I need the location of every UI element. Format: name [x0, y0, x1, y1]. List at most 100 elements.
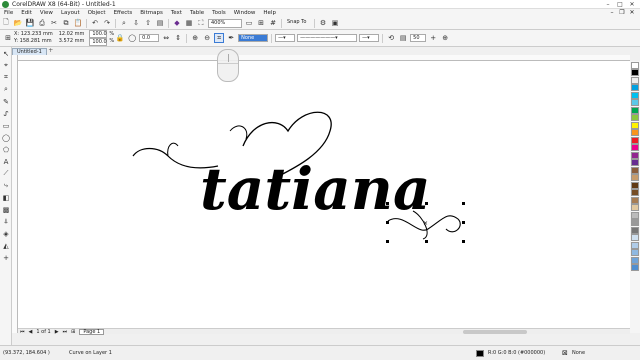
cut-icon[interactable]: ✂ [49, 18, 59, 28]
palette-swatch[interactable] [631, 204, 639, 211]
palette-swatch[interactable] [631, 76, 639, 84]
menu-object[interactable]: Object [84, 10, 110, 16]
palette-swatch[interactable] [631, 159, 639, 166]
palette-swatch[interactable] [631, 69, 639, 76]
menu-file[interactable]: File [0, 10, 17, 16]
import-icon[interactable]: ⇩ [131, 18, 141, 28]
y-position[interactable]: Y: 158.281 mm [14, 38, 53, 45]
outline-width-dropdown[interactable]: None [238, 34, 269, 42]
palette-swatch[interactable] [631, 136, 639, 144]
drawing-canvas[interactable]: tatiana × [18, 61, 630, 328]
doc-restore-icon[interactable]: ❐ [617, 9, 627, 16]
fill-swatch-icon[interactable] [476, 349, 484, 357]
paste-icon[interactable]: 📋 [73, 18, 83, 28]
connector-tool-icon[interactable]: ⤷ [1, 180, 11, 191]
interactive-fill-icon[interactable]: ◈ [1, 228, 11, 239]
smart-fill-icon[interactable]: ◭ [1, 240, 11, 251]
lock-ratio-icon[interactable]: 🔒 [115, 33, 125, 43]
snap-to-dropdown[interactable]: Snap To [285, 19, 311, 28]
shape-tool-icon[interactable]: ⌖ [1, 60, 11, 71]
minimize-icon[interactable]: – [602, 0, 614, 9]
curve-smoothing-field[interactable]: 50 [410, 34, 427, 42]
palette-swatch[interactable] [631, 211, 639, 219]
rectangle-tool-icon[interactable]: ▭ [1, 120, 11, 131]
welcome-screen-icon[interactable]: ▦ [184, 18, 194, 28]
ellipse-tool-icon[interactable]: ◯ [1, 132, 11, 143]
open-icon[interactable]: 📂 [13, 18, 23, 28]
options-gear-icon[interactable]: ⚙ [318, 18, 328, 28]
add-nodes-icon[interactable]: ⊕ [190, 33, 200, 43]
smoothing-plus-icon[interactable]: + [428, 33, 438, 43]
text-tool-icon[interactable]: A [1, 156, 11, 167]
print-icon[interactable]: ⎙ [37, 18, 47, 28]
freehand-tool-icon[interactable]: ✎ [1, 96, 11, 107]
export-icon[interactable]: ⇧ [143, 18, 153, 28]
close-icon[interactable]: ✕ [626, 0, 638, 9]
full-screen-preview-icon[interactable]: ▭ [244, 18, 254, 28]
palette-swatch[interactable] [631, 91, 639, 99]
palette-swatch[interactable] [631, 264, 639, 271]
delete-nodes-icon[interactable]: ⊖ [202, 33, 212, 43]
palette-swatch[interactable] [631, 61, 639, 69]
palette-swatch[interactable] [631, 196, 639, 204]
palette-swatch[interactable] [631, 121, 639, 129]
mirror-horizontal-icon[interactable]: ⇔ [161, 33, 171, 43]
outline-x-icon[interactable]: ⊠ [562, 349, 568, 357]
scale-y-field[interactable]: 100.0 [89, 38, 108, 46]
text-wrap-icon[interactable]: ▤ [398, 33, 408, 43]
menu-bitmaps[interactable]: Bitmaps [136, 10, 167, 16]
object-height[interactable]: 3.572 mm [59, 38, 85, 45]
crop-tool-icon[interactable]: ⌗ [1, 72, 11, 83]
menu-tools[interactable]: Tools [208, 10, 230, 16]
new-document-icon[interactable]: 🗋 [1, 18, 11, 28]
full-screen-icon[interactable]: ⛶ [196, 18, 206, 28]
redo-icon[interactable]: ↷ [102, 18, 112, 28]
doc-close-icon[interactable]: ✕ [627, 9, 637, 16]
horizontal-scrollbar-thumb[interactable] [463, 330, 527, 334]
scale-x-field[interactable]: 100.0 [89, 30, 108, 38]
palette-swatch[interactable] [631, 144, 639, 151]
palette-swatch[interactable] [631, 99, 639, 106]
quick-customize-icon[interactable]: ⊕ [440, 33, 450, 43]
polygon-tool-icon[interactable]: ⬠ [1, 144, 11, 155]
palette-swatch[interactable] [631, 249, 639, 256]
menu-table[interactable]: Table [186, 10, 208, 16]
zoom-tool-icon[interactable]: ⌕ [1, 84, 11, 95]
join-nodes-icon[interactable]: ⌗ [214, 33, 225, 43]
rotation-angle-field[interactable]: 0.0 [139, 34, 160, 42]
toolbox-add-icon[interactable]: + [1, 252, 11, 263]
outline-pen-icon[interactable]: ✒ [226, 33, 236, 43]
parallel-dimension-icon[interactable]: ⟋ [1, 168, 11, 179]
rotation-icon[interactable]: ◯ [127, 33, 137, 43]
menu-window[interactable]: Window [230, 10, 260, 16]
publish-pdf-icon[interactable]: ▤ [155, 18, 165, 28]
prev-page-icon[interactable]: ◀ [29, 329, 33, 335]
save-icon[interactable]: 💾 [25, 18, 35, 28]
palette-swatch[interactable] [631, 151, 639, 159]
palette-swatch[interactable] [631, 129, 639, 136]
menu-layout[interactable]: Layout [57, 10, 84, 16]
next-page-icon[interactable]: ▶ [55, 329, 59, 335]
corel-connect-icon[interactable]: ◆ [172, 18, 182, 28]
app-launcher-icon[interactable]: ▣ [330, 18, 340, 28]
add-page-icon[interactable]: ⊞ [71, 329, 75, 335]
palette-swatch[interactable] [631, 219, 639, 226]
close-curve-icon[interactable]: ⟲ [386, 33, 396, 43]
palette-swatch[interactable] [631, 106, 639, 114]
start-arrowhead-dropdown[interactable]: —▾ [275, 34, 296, 42]
show-grid-icon[interactable]: # [268, 18, 278, 28]
x-position[interactable]: X: 123.233 mm [14, 31, 53, 38]
copy-icon[interactable]: ⧉ [61, 18, 71, 28]
zoom-level-field[interactable]: 400% [208, 18, 242, 28]
menu-effects[interactable]: Effects [110, 10, 137, 16]
first-page-icon[interactable]: ⏮ [20, 329, 25, 335]
menu-help[interactable]: Help [259, 10, 280, 16]
artistic-media-icon[interactable]: ᔑ [1, 108, 11, 119]
palette-swatch[interactable] [631, 84, 639, 91]
line-style-dropdown[interactable]: ———————▾ [297, 34, 358, 42]
palette-swatch[interactable] [631, 181, 639, 189]
color-eyedropper-icon[interactable]: ⍋ [1, 216, 11, 227]
palette-swatch[interactable] [631, 234, 639, 241]
menu-edit[interactable]: Edit [17, 10, 36, 16]
palette-swatch[interactable] [631, 114, 639, 121]
